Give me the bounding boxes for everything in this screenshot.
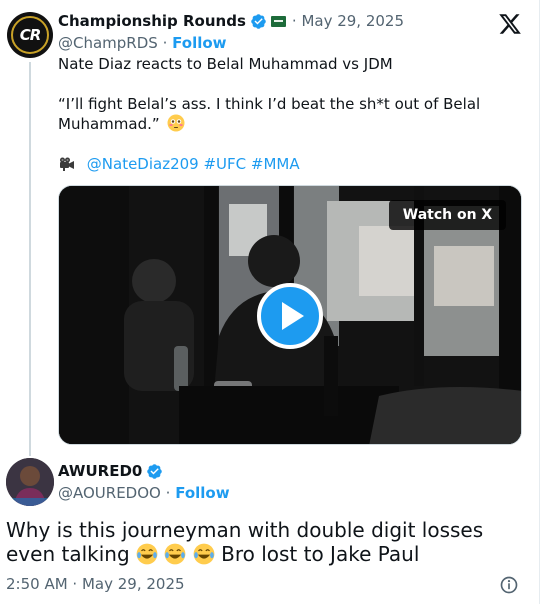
info-icon[interactable]	[499, 575, 519, 595]
quoted-handle-row: @ChampRDS · Follow	[58, 34, 227, 52]
flushed-face-emoji	[167, 114, 185, 132]
reply-author-row: AWURED0	[58, 462, 163, 480]
tweet-quote-line: Muhammad.”	[58, 114, 528, 134]
quoted-author-row: Championship Rounds · May 29, 2025	[58, 12, 404, 30]
flag-icon	[270, 15, 286, 27]
tweet-quote-line: “I’ll fight Belal’s ass. I think I’d bea…	[58, 95, 481, 113]
follow-button[interactable]: Follow	[175, 484, 229, 502]
author-handle[interactable]: @ChampRDS	[58, 34, 158, 52]
reply-author-name[interactable]: AWURED0	[58, 462, 142, 480]
quoted-tweet-text: Nate Diaz reacts to Belal Muhammad vs JD…	[58, 54, 528, 174]
tears-of-joy-emoji	[164, 543, 186, 565]
thread-connector-line	[29, 62, 31, 456]
play-icon[interactable]	[257, 283, 323, 349]
reply-author-handle[interactable]: @AOUREDOO	[58, 484, 161, 502]
hashtags-mentions-link[interactable]: @NateDiaz209 #UFC #MMA	[87, 155, 300, 173]
tweet-line: Nate Diaz reacts to Belal Muhammad vs JD…	[58, 55, 393, 73]
embedded-tweet-card: CR Championship Rounds · May 29, 2025 @C…	[0, 0, 540, 604]
tears-of-joy-emoji	[136, 543, 158, 565]
tears-of-joy-emoji	[193, 543, 215, 565]
tweet-date[interactable]: · May 29, 2025	[292, 12, 404, 30]
avatar-ring: CR	[11, 16, 49, 54]
avatar[interactable]: CR	[7, 12, 53, 58]
video-camera-icon	[60, 157, 74, 171]
reply-tweet-text: Why is this journeyman with double digit…	[6, 518, 526, 566]
x-logo-icon[interactable]	[498, 12, 522, 36]
tweet-mentions-line: @NateDiaz209 #UFC #MMA	[58, 154, 528, 174]
tweet-quote-end: Muhammad.”	[58, 115, 160, 133]
reply-avatar[interactable]	[6, 458, 54, 506]
separator-dot: ·	[165, 484, 176, 502]
reply-text-part: Bro lost to Jake Paul	[221, 542, 420, 566]
author-name[interactable]: Championship Rounds	[58, 12, 246, 30]
verified-badge-icon	[147, 463, 163, 479]
avatar-logo-text: CR	[19, 26, 42, 44]
watch-on-x-button[interactable]: Watch on X	[389, 200, 506, 230]
verified-badge-icon	[251, 13, 266, 29]
avatar-image	[6, 458, 54, 506]
reply-handle-row: @AOUREDOO · Follow	[58, 484, 230, 502]
separator-dot: ·	[162, 34, 173, 52]
follow-button[interactable]: Follow	[172, 34, 226, 52]
reply-timestamp[interactable]: 2:50 AM · May 29, 2025	[6, 575, 185, 593]
